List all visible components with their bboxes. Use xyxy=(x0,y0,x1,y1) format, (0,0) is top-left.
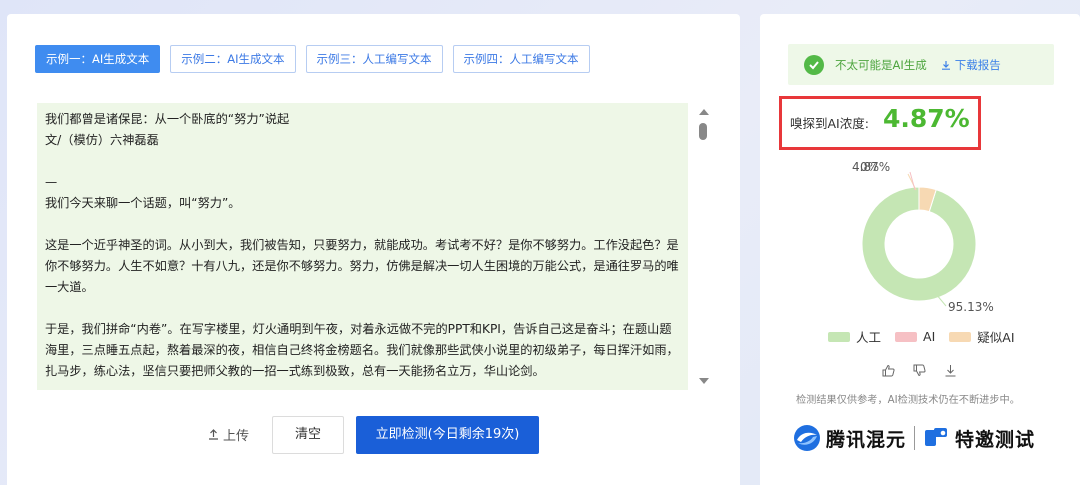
result-status-text: 不太可能是AI生成 xyxy=(835,57,927,72)
legend-swatch xyxy=(828,331,850,342)
legend-label: 疑似AI xyxy=(977,330,1015,345)
legend-item-suspected-ai[interactable]: 疑似AI xyxy=(949,327,1015,346)
download-icon xyxy=(941,60,950,70)
legend-item-human[interactable]: 人工 xyxy=(828,327,881,346)
logo-divider xyxy=(914,426,916,450)
text-gap xyxy=(45,151,680,172)
download-report-label: 下载报告 xyxy=(954,57,1001,72)
text-line-author: 文/（模仿）六神磊磊 xyxy=(45,133,159,147)
text-gap xyxy=(45,214,680,235)
scroll-down-arrow-icon[interactable] xyxy=(699,378,709,384)
invited-test-logo-text: 特邀测试 xyxy=(955,428,1036,451)
feedback-bar xyxy=(882,362,957,381)
legend-label: AI xyxy=(923,329,936,344)
hunyuan-logo-icon xyxy=(794,425,820,451)
ai-score-box: 嗅探到AI浓度: 4.87% xyxy=(779,96,981,150)
tab-example-1[interactable]: 示例一：AI生成文本 xyxy=(35,45,161,73)
thumbs-down-icon[interactable] xyxy=(913,362,926,381)
upload-icon xyxy=(209,429,218,440)
text-paragraph-3: 于是，我们拼命“内卷”。在写字楼里，灯火通明到午夜，对着永远做不完的PPT和KP… xyxy=(45,322,679,378)
hunyuan-logo-text: 腾讯混元 xyxy=(826,428,907,451)
tab-example-4[interactable]: 示例四：人工编写文本 xyxy=(452,45,590,73)
download-report-link[interactable]: 下载报告 xyxy=(941,57,1001,73)
ai-score-label: 嗅探到AI浓度: xyxy=(790,116,869,131)
scroll-up-arrow-icon[interactable] xyxy=(699,109,709,115)
clear-button[interactable]: 清空 xyxy=(272,416,344,454)
input-panel: 示例一：AI生成文本 示例二：AI生成文本 示例三：人工编写文本 示例四：人工编… xyxy=(7,14,740,485)
partner-logos: 腾讯混元 特邀测试 xyxy=(792,423,1035,453)
tab-example-2[interactable]: 示例二：AI生成文本 xyxy=(170,45,296,73)
text-gap xyxy=(45,298,680,319)
text-line-title: 我们都曾是诸保昆：从一个卧底的“努力”说起 xyxy=(45,112,290,126)
ai-ratio-donut-chart: 4.87%0%95.13% xyxy=(852,160,994,314)
text-scrollbar[interactable] xyxy=(695,103,711,390)
chart-label-ai: 0% xyxy=(860,160,879,174)
result-panel: 不太可能是AI生成 下载报告 嗅探到AI浓度: 4.87% 4.87% 0% 95.… xyxy=(760,14,1080,485)
download-icon[interactable] xyxy=(944,362,957,381)
invited-test-logo-icon xyxy=(925,428,948,446)
text-line-intro: 我们今天来聊一个话题，叫“努力”。 xyxy=(45,196,241,210)
upload-label: 上传 xyxy=(223,429,250,444)
check-circle-icon xyxy=(804,54,824,75)
chart-label-human: 95.13% xyxy=(948,300,994,314)
example-tabs: 示例一：AI生成文本 示例二：AI生成文本 示例三：人工编写文本 示例四：人工编… xyxy=(35,45,590,73)
text-line-dash: — xyxy=(45,175,58,189)
result-status-bar: 不太可能是AI生成 下载报告 xyxy=(788,44,1054,85)
thumbs-up-icon[interactable] xyxy=(882,362,895,381)
legend-item-ai[interactable]: AI xyxy=(895,327,935,346)
text-input-area[interactable]: 我们都曾是诸保昆：从一个卧底的“努力”说起 文/（模仿）六神磊磊 — 我们今天来… xyxy=(37,103,688,390)
legend-swatch xyxy=(895,331,918,342)
disclaimer-text: 检测结果仅供参考，AI检测技术仍在不断进步中。 xyxy=(796,395,1020,406)
detect-button[interactable]: 立即检测(今日剩余19次) xyxy=(356,416,539,454)
upload-button[interactable]: 上传 xyxy=(208,425,249,444)
scroll-thumb[interactable] xyxy=(699,123,707,140)
legend-swatch xyxy=(949,331,972,342)
chart-legend: 人工 AI 疑似AI xyxy=(828,327,1015,346)
ai-score-value: 4.87% xyxy=(883,104,970,133)
text-paragraph-2: 这是一个近乎神圣的词。从小到大，我们被告知，只要努力，就能成功。考试考不好？是你… xyxy=(45,238,679,294)
tab-example-3[interactable]: 示例三：人工编写文本 xyxy=(305,45,443,73)
legend-label: 人工 xyxy=(856,330,882,345)
